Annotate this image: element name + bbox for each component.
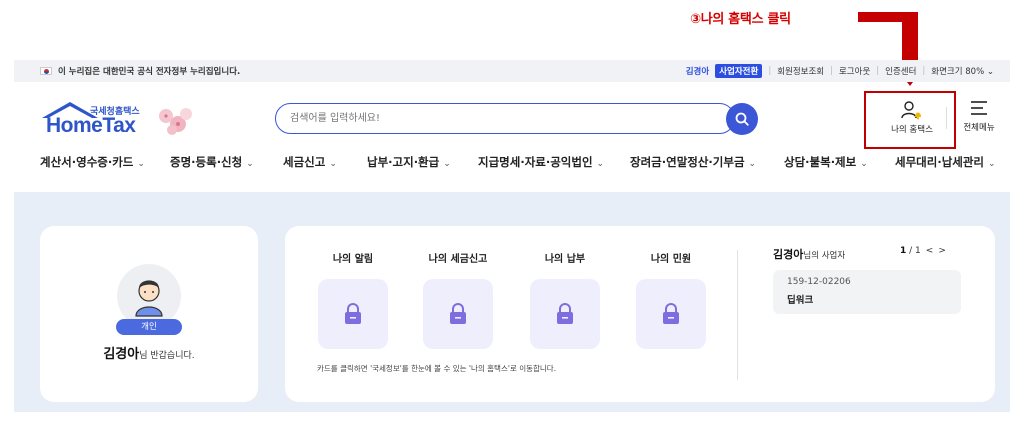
profile-name: 김경아 [103,347,140,362]
pager-prev-button[interactable]: < [926,246,934,256]
logo-text: HomeTax [46,114,136,137]
business-switch-button[interactable]: 사업자전환 [715,64,763,78]
search-button[interactable] [726,103,758,135]
nav-item-consulting[interactable]: 상담·불복·제보 ⌄ [784,154,868,170]
business-reg-number: 159-12-02206 [787,277,851,287]
screen-size-select[interactable]: 화면크기 80% ⌄ [931,65,994,77]
gov-banner-text: 이 누리집은 대한민국 공식 전자정부 누리집입니다. [58,67,241,77]
chevron-down-icon: ⌄ [246,159,254,169]
nav-item-certificates[interactable]: 증명·등록·신청 ⌄ [170,154,254,170]
business-title: 김경아님의 사업자 [773,248,846,261]
cards-notice: 카드를 클릭하면 '국세정보'를 한눈에 볼 수 있는 '나의 홈택스'로 이동… [317,364,557,373]
member-info-link[interactable]: 회원정보조회 [777,65,824,77]
user-type-badge: 개인 [116,319,182,335]
search-bar [275,103,735,134]
all-menu-button[interactable]: 전체메뉴 [958,100,1000,133]
gov-banner: 이 누리집은 대한민국 공식 전자정부 누리집입니다. 김경아 사업자전환 | … [14,60,1010,82]
panel-divider [737,250,738,380]
business-pager: 1 / 1 < > [900,246,946,256]
lock-icon [345,303,361,324]
lock-icon [557,303,573,324]
pager-next-button[interactable]: > [938,246,946,256]
annotation-label: ③나의 홈택스 클릭 [690,12,791,27]
business-name: 딥워크 [787,295,814,306]
my-hometax-button[interactable]: 나의 홈택스 [874,100,950,142]
chevron-down-icon: ⌄ [748,159,757,169]
search-icon [735,112,749,126]
nav-item-payment[interactable]: 납부·고지·환급 ⌄ [367,154,451,170]
hamburger-menu-icon [971,101,987,115]
nav-item-incentives[interactable]: 장려금·연말정산·기부금 ⌄ [630,154,756,170]
main-nav: 계산서·영수증·카드 ⌄ 증명·등록·신청 ⌄ 세금신고 ⌄ 납부·고지·환급 ⌄ 지급… [40,154,1000,174]
card-my-notifications[interactable]: 나의 알림 [318,250,388,349]
my-cards-panel: 나의 알림 나의 세금신고 나의 납부 나의 민원 카드를 클릭하면 '국세정보… [285,226,995,402]
user-bell-icon [901,101,921,120]
nav-item-tax-filing[interactable]: 세금신고 ⌄ [283,154,337,170]
card-my-tax-filing[interactable]: 나의 세금신고 [423,250,493,349]
nav-item-statements[interactable]: 지급명세·자료·공익법인 ⌄ [478,154,604,170]
all-menu-label: 전체메뉴 [963,123,995,133]
my-hometax-label: 나의 홈택스 [891,125,933,135]
chevron-down-icon: ⌄ [988,159,996,169]
user-name: 김경아 [685,67,710,77]
profile-card: 개인 김경아님 반갑습니다. [40,226,258,402]
greeting-text: 김경아님 반갑습니다. [103,347,195,362]
logout-link[interactable]: 로그아웃 [839,65,870,77]
nav-item-invoices[interactable]: 계산서·영수증·카드 ⌄ [40,154,145,170]
chevron-down-icon: ⌄ [137,159,145,169]
business-item[interactable]: 159-12-02206 딥워크 [773,270,961,314]
cert-center-link[interactable]: 인증센터 [885,65,916,77]
chevron-down-icon: ⌄ [986,67,994,77]
lock-icon [663,303,679,324]
chevron-down-icon: ⌄ [860,159,868,169]
korea-flag-icon [40,67,52,75]
nav-item-tax-agent[interactable]: 세무대리·납세관리 ⌄ [895,154,996,170]
cherry-blossom-icon [159,108,192,135]
lock-icon [450,303,466,324]
hometax-logo[interactable]: 국세청홈택스 HomeTax [40,100,200,140]
card-my-petitions[interactable]: 나의 민원 [636,250,706,349]
header-divider [946,107,947,129]
chevron-down-icon: ⌄ [329,159,337,169]
chevron-down-icon: ⌄ [596,159,605,169]
chevron-down-icon: ⌄ [443,159,451,169]
search-input[interactable] [290,104,690,132]
card-my-payment[interactable]: 나의 납부 [530,250,600,349]
